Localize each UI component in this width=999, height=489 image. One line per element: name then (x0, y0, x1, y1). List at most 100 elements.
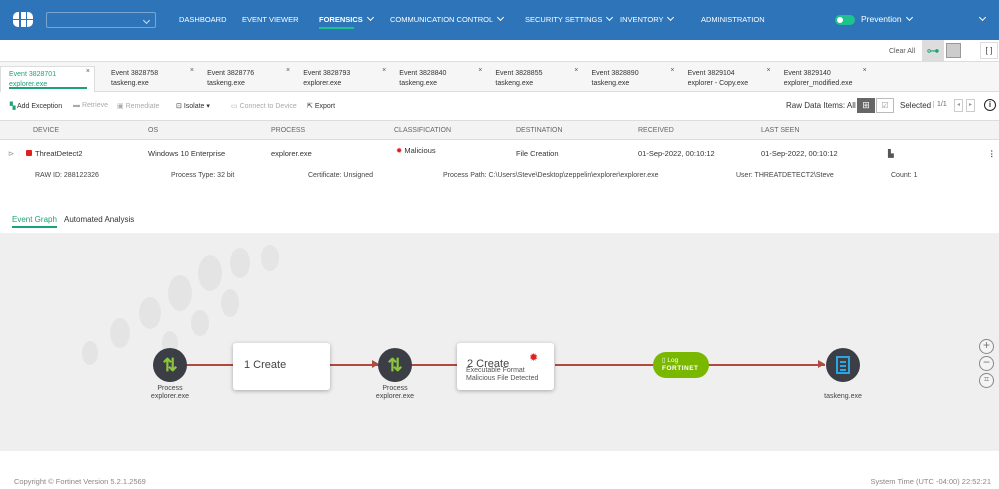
close-icon[interactable]: × (767, 66, 771, 76)
expand-row-icon[interactable]: ⊳ (8, 149, 14, 158)
column-header[interactable]: OS (148, 127, 158, 134)
nav-inventory[interactable]: INVENTORY (620, 13, 675, 24)
isolate-button[interactable]: ⊡ Isolate ▾ (176, 102, 210, 110)
nav-communication-control[interactable]: COMMUNICATION CONTROL (390, 13, 505, 24)
mode-dropdown[interactable]: Prevention (861, 13, 913, 24)
tab-title: Event 3829140 (783, 70, 831, 77)
label: Add Exception (16, 103, 63, 110)
table-row[interactable] (0, 140, 999, 190)
event-tab[interactable]: Event 3828840 taskeng.exe × (391, 66, 486, 92)
destination-cell: File Creation (516, 149, 559, 158)
event-tab[interactable]: Event 3829104 explorer - Copy.exe × (680, 66, 775, 92)
column-header[interactable]: DEVICE (33, 127, 59, 134)
process-node-label: Process explorer.exe (150, 385, 190, 400)
nav-administration[interactable]: ADMINISTRATION (701, 15, 765, 24)
organization-select[interactable] (46, 12, 156, 28)
selected-label: Selected (900, 101, 932, 110)
column-header[interactable]: RECEIVED (638, 127, 674, 134)
export-button[interactable]: ⇱ Export (307, 102, 335, 110)
chevron-down-icon (366, 13, 374, 22)
export-icon: ⇱ (307, 103, 313, 110)
close-icon[interactable]: × (863, 66, 867, 76)
tab-automated-analysis[interactable]: Automated Analysis (64, 215, 134, 224)
event-box-2[interactable]: 2 Create ✹ Executable Format Malicious Fi… (457, 343, 554, 390)
fit-to-screen-icon[interactable]: ⌗ (979, 373, 994, 388)
process-node[interactable]: ⇅ (153, 348, 187, 382)
tab-subtitle: explorer - Copy.exe (687, 80, 749, 87)
tab-subtitle: explorer.exe (303, 80, 342, 87)
top-nav: DASHBOARD EVENT VIEWER FORENSICS COMMUNI… (0, 0, 999, 40)
label: Export (314, 103, 336, 110)
event-graph-canvas[interactable]: ⇅ Process explorer.exe 1 Create ⇅ Process… (0, 233, 999, 451)
zoom-out-icon[interactable]: − (979, 356, 994, 371)
malicious-bug-icon: ✹ (396, 146, 403, 155)
close-icon[interactable]: × (478, 66, 482, 76)
event-tab[interactable]: Event 3828890 taskeng.exe × (584, 66, 679, 92)
nav-dashboard[interactable]: DASHBOARD (179, 15, 227, 24)
nav-forensics[interactable]: FORENSICS (319, 13, 374, 29)
tab-title: Event 3828776 (207, 70, 255, 77)
clear-all-button[interactable]: Clear All (889, 48, 915, 55)
fortinet-logo-icon[interactable] (13, 12, 33, 27)
tab-subtitle: taskeng.exe (399, 80, 438, 87)
tab-subtitle: taskeng.exe (591, 80, 630, 87)
event-tab[interactable]: Event 3828776 taskeng.exe × (199, 66, 294, 92)
event-tab[interactable]: Event 3828758 taskeng.exe × (103, 66, 198, 92)
classification-label: Malicious (404, 146, 436, 155)
background-pattern (82, 245, 279, 365)
column-header[interactable]: CLASSIFICATION (394, 127, 451, 134)
retrieve-button: ▬ Retrieve (73, 102, 108, 109)
prevention-toggle[interactable] (835, 15, 855, 25)
row-menu-icon[interactable]: ⋮ (988, 149, 996, 158)
chevron-down-icon (142, 16, 151, 25)
column-header[interactable]: LAST SEEN (761, 127, 799, 134)
event-tab[interactable]: Event 3828701 explorer.exe × (0, 66, 95, 92)
add-exception-button[interactable]: ▚ Add Exception (10, 102, 62, 110)
file-icon[interactable]: ▙ (888, 149, 894, 158)
graph-view-icon[interactable]: ⊶ (922, 40, 944, 61)
nav-label: SECURITY SETTINGS (525, 15, 603, 24)
system-time: System Time (UTC -04:00) 22:52:21 (870, 477, 991, 486)
close-icon[interactable]: × (574, 66, 578, 76)
remediate-icon: ▣ (117, 103, 124, 110)
list-view-icon[interactable] (946, 43, 961, 58)
event-box-1[interactable]: 1 Create (233, 343, 330, 390)
event-tab[interactable]: Event 3829140 explorer_modified.exe × (776, 66, 871, 92)
tab-event-graph[interactable]: Event Graph (12, 215, 57, 228)
nav-event-viewer[interactable]: EVENT VIEWER (242, 15, 299, 24)
close-icon[interactable]: × (86, 67, 90, 77)
event-tab[interactable]: Event 3828793 explorer.exe × (295, 66, 390, 92)
close-icon[interactable]: × (382, 66, 386, 76)
column-header[interactable]: PROCESS (271, 127, 305, 134)
user-menu[interactable] (975, 13, 987, 24)
file-node-label: taskeng.exe (824, 393, 862, 400)
process-node-label: Process explorer.exe (375, 385, 415, 400)
event-tab[interactable]: Event 3828855 taskeng.exe × (487, 66, 582, 92)
file-node[interactable] (826, 348, 860, 382)
info-icon[interactable]: i (984, 99, 996, 111)
event-box-title: 1 Create (244, 359, 287, 371)
tab-title: Event 3828758 (111, 70, 159, 77)
nav-label: COMMUNICATION CONTROL (390, 15, 494, 24)
process-node[interactable]: ⇅ (378, 348, 412, 382)
fullscreen-icon[interactable]: [ ] (980, 42, 998, 59)
count: Count: 1 (891, 172, 918, 179)
prev-page-button[interactable]: ◂ (954, 99, 963, 112)
device-name: ThreatDetect2 (35, 149, 83, 158)
log-node[interactable]: ▯ Log FORTINET (653, 352, 709, 378)
process-icon: ⇅ (387, 355, 403, 375)
nav-security-settings[interactable]: SECURITY SETTINGS (525, 13, 614, 24)
arrow-icon (818, 360, 825, 368)
close-icon[interactable]: × (286, 66, 290, 76)
close-icon[interactable]: × (190, 66, 194, 76)
next-page-button[interactable]: ▸ (966, 99, 975, 112)
column-header[interactable]: DESTINATION (516, 127, 563, 134)
malicious-bug-icon: ✹ (529, 352, 539, 364)
view-toolbar: Clear All ⊶ [ ] (0, 40, 999, 62)
select-all-grid-icon[interactable]: ⊞ (857, 98, 875, 113)
tab-title: Event 3828701 (9, 71, 57, 78)
zoom-in-icon[interactable]: + (979, 339, 994, 354)
select-checked-icon[interactable]: ☑ (876, 98, 894, 113)
close-icon[interactable]: × (670, 66, 674, 76)
device-cell: ThreatDetect2 (26, 149, 83, 158)
